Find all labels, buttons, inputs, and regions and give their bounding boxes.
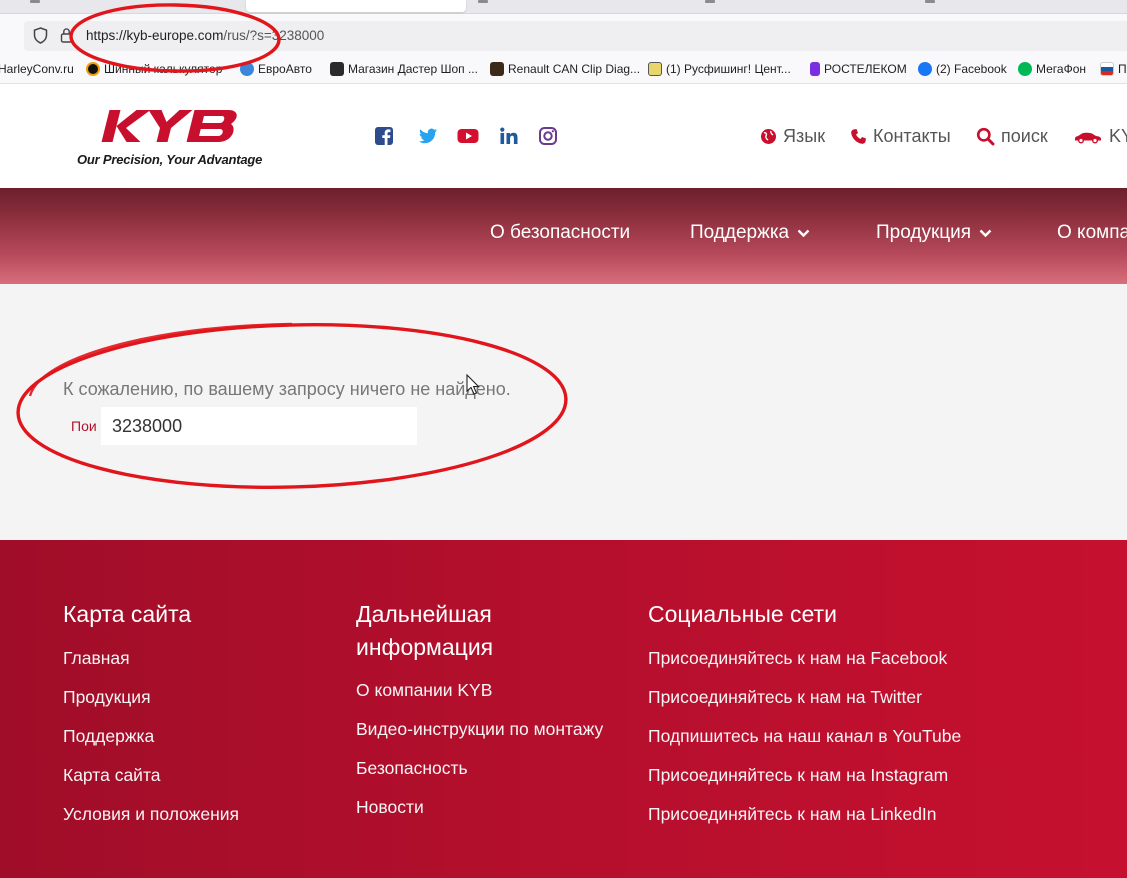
search-icon bbox=[976, 127, 995, 146]
language-link[interactable]: Язык bbox=[760, 126, 825, 147]
site-header: Our Precision, Your Advantage Язык Конта… bbox=[0, 84, 1127, 188]
bookmark-label: Магазин Дастер Шоп ... bbox=[348, 62, 478, 76]
url-text[interactable]: https://kyb-europe.com/rus/?s=3238000 bbox=[86, 28, 324, 43]
bookmark-item[interactable]: П bbox=[1100, 62, 1127, 76]
nav-item-label: О безопасности bbox=[490, 222, 631, 243]
youtube-icon[interactable] bbox=[457, 126, 479, 146]
footer-link[interactable]: Подпишитесь на наш канал в YouTube bbox=[648, 726, 961, 747]
browser-tab[interactable] bbox=[705, 0, 825, 4]
footer-link[interactable]: Присоединяйтесь к нам на Instagram bbox=[648, 765, 948, 786]
language-label: Язык bbox=[783, 126, 826, 146]
url-path: /rus/?s=3238000 bbox=[223, 28, 325, 43]
nav-item-products[interactable]: Продукция bbox=[876, 222, 992, 244]
url-host: https://kyb-europe.com bbox=[86, 28, 224, 43]
bookmark-label: МегаФон bbox=[1036, 62, 1087, 76]
bookmark-item[interactable]: Renault CAN Clip Diag... bbox=[490, 62, 640, 76]
bookmark-favicon-icon bbox=[490, 62, 504, 76]
search-input[interactable] bbox=[101, 407, 417, 445]
nav-item-label: О компа bbox=[1057, 222, 1127, 243]
bookmark-favicon-icon bbox=[86, 62, 100, 76]
car-icon bbox=[1075, 132, 1101, 143]
bookmark-item[interactable]: (1) Русфишинг! Цент... bbox=[648, 62, 791, 76]
bookmark-item[interactable]: (2) Facebook bbox=[918, 62, 1007, 76]
footer-link[interactable]: Присоединяйтесь к нам на Twitter bbox=[648, 687, 922, 708]
instagram-icon[interactable] bbox=[538, 126, 558, 146]
kyb-label: KY bbox=[1109, 126, 1127, 146]
nav-item-support[interactable]: Поддержка bbox=[690, 222, 810, 244]
footer-link[interactable]: Видео-инструкции по монтажу bbox=[356, 719, 603, 740]
bookmark-label: ЕвроАвто bbox=[258, 62, 312, 76]
bookmark-label: Шинный калькулятор bbox=[104, 62, 223, 76]
search-field-label: Пои bbox=[71, 418, 97, 434]
footer-heading: Карта сайта bbox=[63, 601, 192, 627]
bookmark-favicon-icon bbox=[810, 62, 820, 76]
bookmark-item[interactable]: Магазин Дастер Шоп ... bbox=[330, 62, 478, 76]
bookmark-item[interactable]: ЕвроАвто bbox=[240, 62, 312, 76]
nav-item-label: Продукция bbox=[876, 222, 972, 243]
tagline: Our Precision, Your Advantage bbox=[77, 152, 263, 167]
footer-link[interactable]: Присоединяйтесь к нам на Facebook bbox=[648, 648, 947, 669]
bookmark-label: РОСТЕЛЕКОМ bbox=[824, 62, 907, 76]
shield-icon[interactable] bbox=[33, 27, 48, 44]
footer-link[interactable]: Поддержка bbox=[63, 726, 154, 747]
bookmark-item[interactable]: РОСТЕЛЕКОМ bbox=[810, 62, 907, 76]
footer-link[interactable]: Главная bbox=[63, 648, 130, 669]
contacts-link[interactable]: Контакты bbox=[850, 126, 951, 147]
bookmark-favicon-icon bbox=[330, 62, 344, 76]
search-link[interactable]: поиск bbox=[976, 126, 1048, 147]
twitter-icon[interactable] bbox=[418, 126, 438, 146]
footer-link[interactable]: Условия и положения bbox=[63, 804, 239, 825]
footer-link[interactable]: Карта сайта bbox=[63, 765, 161, 786]
footer-column-info: Дальнейшая информация bbox=[356, 598, 493, 664]
bookmark-favicon-icon bbox=[240, 62, 254, 76]
contacts-label: Контакты bbox=[873, 126, 951, 146]
browser-toolbar: https://kyb-europe.com/rus/?s=3238000 bbox=[0, 14, 1127, 56]
search-label: поиск bbox=[1001, 126, 1048, 146]
bookmarks-bar: HarleyConv.ru Шинный калькулятор ЕвроАвт… bbox=[0, 56, 1127, 84]
globe-icon bbox=[761, 129, 776, 144]
footer-link[interactable]: Присоединяйтесь к нам на LinkedIn bbox=[648, 804, 937, 825]
bookmark-label: (2) Facebook bbox=[936, 62, 1007, 76]
footer-column-social: Социальные сети bbox=[648, 598, 837, 631]
bookmark-label: (1) Русфишинг! Цент... bbox=[666, 62, 791, 76]
footer-heading: информация bbox=[356, 634, 494, 660]
footer-link[interactable]: Новости bbox=[356, 797, 424, 818]
footer-link[interactable]: Безопасность bbox=[356, 758, 468, 779]
linkedin-icon[interactable] bbox=[499, 126, 519, 146]
search-results-area: К сожалению, по вашему запросу ничего не… bbox=[0, 284, 1127, 540]
site-footer: Карта сайта Главная Продукция Поддержка … bbox=[0, 540, 1127, 878]
no-results-message: К сожалению, по вашему запросу ничего не… bbox=[63, 379, 511, 399]
nav-item-safety[interactable]: О безопасности bbox=[490, 222, 630, 244]
main-nav: О безопасности Поддержка Продукция О ком… bbox=[0, 188, 1127, 284]
nav-item-about[interactable]: О компа bbox=[1057, 222, 1127, 244]
chevron-down-icon bbox=[797, 229, 810, 237]
bookmark-label: Renault CAN Clip Diag... bbox=[508, 62, 641, 76]
browser-tab-active[interactable] bbox=[246, 0, 466, 12]
facebook-icon bbox=[918, 62, 932, 76]
chevron-down-icon bbox=[979, 229, 992, 237]
browser-tab[interactable] bbox=[30, 0, 150, 4]
phone-icon bbox=[851, 129, 866, 144]
browser-tab-strip bbox=[0, 0, 1127, 14]
bookmark-item[interactable]: HarleyConv.ru bbox=[0, 62, 74, 76]
facebook-icon[interactable] bbox=[374, 126, 394, 146]
browser-tab[interactable] bbox=[478, 0, 598, 4]
kyb-link[interactable]: KY bbox=[1073, 126, 1127, 147]
bookmark-favicon-icon bbox=[1018, 62, 1032, 76]
russia-flag-icon bbox=[1100, 62, 1114, 76]
browser-tab[interactable] bbox=[925, 0, 1045, 4]
nav-item-label: Поддержка bbox=[690, 222, 790, 243]
lock-icon[interactable] bbox=[60, 27, 73, 43]
bookmark-label: П bbox=[1118, 62, 1127, 76]
bookmark-item[interactable]: МегаФон bbox=[1018, 62, 1086, 76]
footer-link[interactable]: Продукция bbox=[63, 687, 151, 708]
footer-heading: Социальные сети bbox=[648, 601, 837, 627]
bookmark-favicon-icon bbox=[648, 62, 662, 76]
footer-column-sitemap: Карта сайта bbox=[63, 598, 191, 631]
footer-link[interactable]: О компании KYB bbox=[356, 680, 492, 701]
bookmark-item[interactable]: Шинный калькулятор bbox=[86, 62, 222, 76]
footer-heading: Дальнейшая bbox=[356, 601, 492, 627]
bookmark-label: HarleyConv.ru bbox=[0, 62, 74, 76]
